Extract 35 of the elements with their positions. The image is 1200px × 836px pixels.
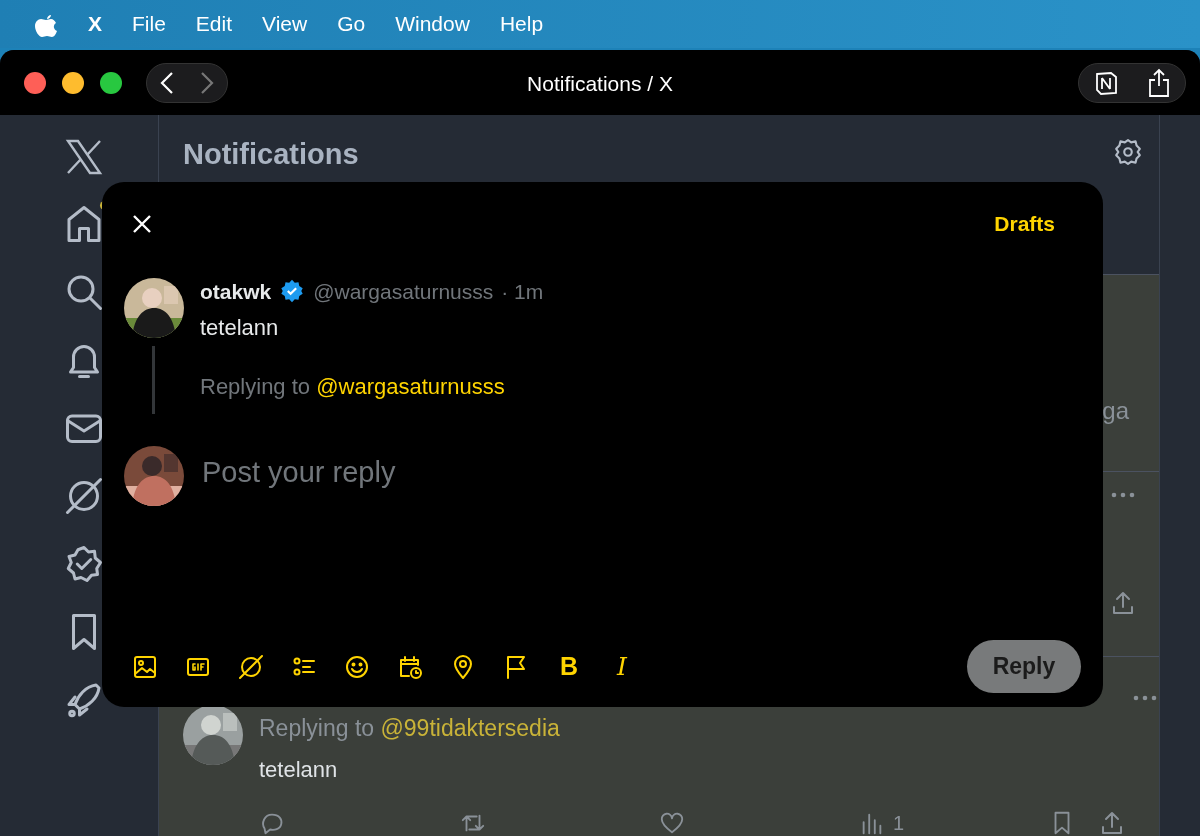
x-logo-icon[interactable] <box>64 137 104 177</box>
replying-to-text: Replying to @wargasaturnusss <box>200 373 506 401</box>
menu-item[interactable]: Window <box>395 0 470 48</box>
post-text: tetelann <box>259 756 339 784</box>
close-window-button[interactable] <box>24 71 46 94</box>
menu-item[interactable]: Edit <box>195 0 233 48</box>
more-options-icon[interactable] <box>1111 491 1135 498</box>
slashed-circle-icon[interactable] <box>63 475 105 517</box>
heart-icon[interactable] <box>659 810 685 836</box>
user-name: otakwk <box>200 278 272 305</box>
menu-item[interactable]: Go <box>337 0 366 48</box>
bold-button[interactable]: B <box>554 651 584 682</box>
forward-icon[interactable] <box>200 70 214 95</box>
mention-link[interactable]: @99tidaktersedia <box>380 714 560 741</box>
minimize-window-button[interactable] <box>62 71 84 94</box>
page-title: Notifications <box>183 137 359 172</box>
more-options-icon[interactable] <box>1133 694 1157 701</box>
app-menu[interactable]: X <box>88 0 102 48</box>
menu-item[interactable]: File <box>132 0 166 48</box>
replying-to-text: Replying to @99tidaktersedia <box>259 713 561 743</box>
italic-button[interactable]: I <box>607 651 637 682</box>
post-text: ga <box>1102 396 1129 427</box>
menu-item[interactable]: Help <box>499 0 544 48</box>
back-icon[interactable] <box>160 70 174 95</box>
user-handle: @wargasaturnusss <box>313 278 494 305</box>
reply-input-field[interactable]: Post your reply <box>200 449 800 495</box>
zoom-window-button[interactable] <box>100 71 122 94</box>
settings-icon[interactable] <box>1113 137 1143 167</box>
window-title: Notifications / X <box>527 71 673 97</box>
mention-link[interactable]: @wargasaturnusss <box>316 374 505 399</box>
post-time: · 1m <box>501 278 544 305</box>
view-count: 1 <box>893 811 905 836</box>
drafts-button[interactable]: Drafts <box>994 208 1055 240</box>
post-text: tetelann <box>200 314 280 342</box>
menu-item[interactable]: View <box>262 0 308 48</box>
